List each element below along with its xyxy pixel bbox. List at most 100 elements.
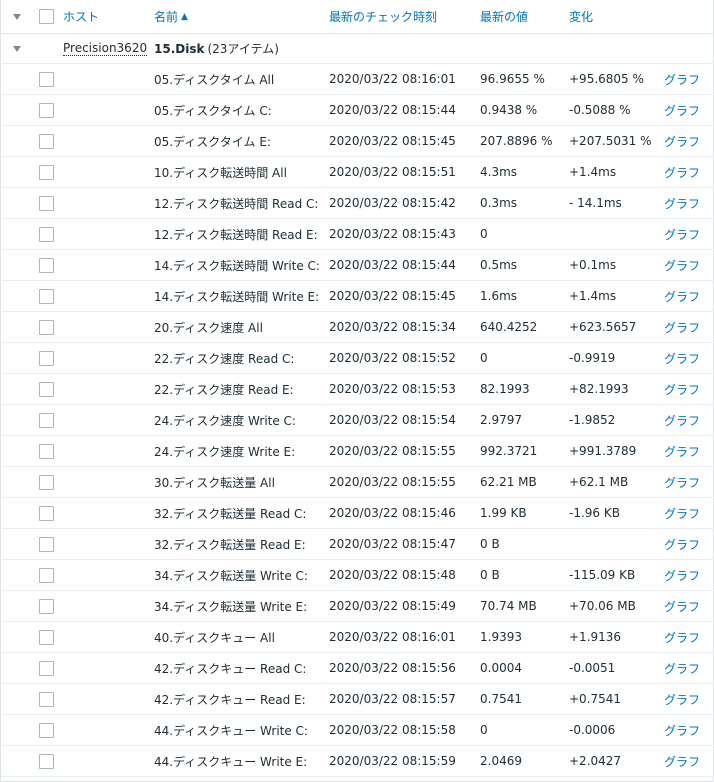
item-graph-cell[interactable]: グラフ bbox=[664, 529, 712, 559]
row-checkbox[interactable] bbox=[38, 629, 54, 645]
item-graph-cell[interactable]: グラフ bbox=[664, 498, 712, 528]
graph-link[interactable]: グラフ bbox=[664, 505, 700, 522]
graph-link[interactable]: グラフ bbox=[664, 598, 700, 615]
header-host-label[interactable]: ホスト bbox=[63, 8, 99, 25]
graph-link[interactable]: グラフ bbox=[664, 257, 700, 274]
row-checkbox[interactable] bbox=[38, 381, 54, 397]
row-checkbox-cell[interactable] bbox=[35, 622, 57, 652]
row-checkbox[interactable] bbox=[38, 753, 54, 769]
row-checkbox[interactable] bbox=[38, 226, 54, 242]
graph-link[interactable]: グラフ bbox=[664, 629, 700, 646]
item-graph-cell[interactable]: グラフ bbox=[664, 343, 712, 373]
row-checkbox-cell[interactable] bbox=[35, 343, 57, 373]
header-last-check[interactable]: 最新のチェック時刻 bbox=[329, 0, 477, 33]
row-checkbox-cell[interactable] bbox=[35, 436, 57, 466]
row-checkbox[interactable] bbox=[38, 691, 54, 707]
graph-link[interactable]: グラフ bbox=[664, 226, 700, 243]
row-checkbox-cell[interactable] bbox=[35, 95, 57, 125]
item-graph-cell[interactable]: グラフ bbox=[664, 653, 712, 683]
graph-link[interactable]: グラフ bbox=[664, 288, 700, 305]
row-checkbox[interactable] bbox=[38, 195, 54, 211]
row-checkbox[interactable] bbox=[38, 443, 54, 459]
item-graph-cell[interactable]: グラフ bbox=[664, 684, 712, 714]
graph-link[interactable]: グラフ bbox=[664, 660, 700, 677]
row-checkbox-cell[interactable] bbox=[35, 126, 57, 156]
header-host[interactable]: ホスト bbox=[63, 0, 151, 33]
row-checkbox-cell[interactable] bbox=[35, 157, 57, 187]
row-checkbox-cell[interactable] bbox=[35, 467, 57, 497]
graph-link[interactable]: グラフ bbox=[664, 536, 700, 553]
row-checkbox-cell[interactable] bbox=[35, 374, 57, 404]
row-checkbox[interactable] bbox=[38, 257, 54, 273]
header-name[interactable]: 名前 ▲ bbox=[154, 0, 326, 33]
row-checkbox[interactable] bbox=[38, 722, 54, 738]
header-name-label[interactable]: 名前 bbox=[154, 8, 178, 25]
item-graph-cell[interactable]: グラフ bbox=[664, 622, 712, 652]
item-graph-cell[interactable]: グラフ bbox=[664, 560, 712, 590]
row-checkbox[interactable] bbox=[38, 474, 54, 490]
row-checkbox-cell[interactable] bbox=[35, 746, 57, 776]
row-checkbox[interactable] bbox=[38, 660, 54, 676]
row-checkbox-cell[interactable] bbox=[35, 684, 57, 714]
item-graph-cell[interactable]: グラフ bbox=[664, 374, 712, 404]
graph-link[interactable]: グラフ bbox=[664, 195, 700, 212]
graph-link[interactable]: グラフ bbox=[664, 319, 700, 336]
graph-link[interactable]: グラフ bbox=[664, 691, 700, 708]
row-checkbox-cell[interactable] bbox=[35, 281, 57, 311]
collapse-group-toggle[interactable] bbox=[2, 34, 32, 63]
item-graph-cell[interactable]: グラフ bbox=[664, 95, 712, 125]
row-checkbox[interactable] bbox=[38, 71, 54, 87]
row-checkbox-cell[interactable] bbox=[35, 250, 57, 280]
row-checkbox-cell[interactable] bbox=[35, 715, 57, 745]
row-checkbox[interactable] bbox=[38, 350, 54, 366]
graph-link[interactable]: グラフ bbox=[664, 71, 700, 88]
item-graph-cell[interactable]: グラフ bbox=[664, 188, 712, 218]
header-last-check-label[interactable]: 最新のチェック時刻 bbox=[329, 8, 437, 25]
graph-link[interactable]: グラフ bbox=[664, 753, 700, 770]
item-graph-cell[interactable]: グラフ bbox=[664, 312, 712, 342]
item-graph-cell[interactable]: グラフ bbox=[664, 405, 712, 435]
graph-link[interactable]: グラフ bbox=[664, 350, 700, 367]
row-checkbox[interactable] bbox=[38, 288, 54, 304]
row-checkbox[interactable] bbox=[38, 319, 54, 335]
item-graph-cell[interactable]: グラフ bbox=[664, 126, 712, 156]
graph-link[interactable]: グラフ bbox=[664, 412, 700, 429]
row-checkbox-cell[interactable] bbox=[35, 312, 57, 342]
row-checkbox-cell[interactable] bbox=[35, 188, 57, 218]
host-link[interactable]: Precision3620 bbox=[63, 41, 148, 56]
graph-link[interactable]: グラフ bbox=[664, 567, 700, 584]
item-graph-cell[interactable]: グラフ bbox=[664, 219, 712, 249]
row-checkbox[interactable] bbox=[38, 164, 54, 180]
row-checkbox-cell[interactable] bbox=[35, 64, 57, 94]
item-graph-cell[interactable]: グラフ bbox=[664, 250, 712, 280]
item-graph-cell[interactable]: グラフ bbox=[664, 157, 712, 187]
row-checkbox-cell[interactable] bbox=[35, 219, 57, 249]
item-graph-cell[interactable]: グラフ bbox=[664, 467, 712, 497]
row-checkbox-cell[interactable] bbox=[35, 591, 57, 621]
row-checkbox[interactable] bbox=[38, 536, 54, 552]
item-graph-cell[interactable]: グラフ bbox=[664, 281, 712, 311]
row-checkbox-cell[interactable] bbox=[35, 560, 57, 590]
graph-link[interactable]: グラフ bbox=[664, 381, 700, 398]
row-checkbox[interactable] bbox=[38, 412, 54, 428]
graph-link[interactable]: グラフ bbox=[664, 722, 700, 739]
select-all-checkbox-cell[interactable] bbox=[35, 0, 57, 33]
row-checkbox-cell[interactable] bbox=[35, 653, 57, 683]
row-checkbox-cell[interactable] bbox=[35, 405, 57, 435]
row-checkbox-cell[interactable] bbox=[35, 498, 57, 528]
item-graph-cell[interactable]: グラフ bbox=[664, 715, 712, 745]
item-graph-cell[interactable]: グラフ bbox=[664, 591, 712, 621]
item-graph-cell[interactable]: グラフ bbox=[664, 436, 712, 466]
row-checkbox[interactable] bbox=[38, 133, 54, 149]
row-checkbox-cell[interactable] bbox=[35, 529, 57, 559]
select-all-checkbox[interactable] bbox=[38, 9, 54, 24]
graph-link[interactable]: グラフ bbox=[664, 164, 700, 181]
item-graph-cell[interactable]: グラフ bbox=[664, 64, 712, 94]
row-checkbox[interactable] bbox=[38, 567, 54, 583]
item-graph-cell[interactable]: グラフ bbox=[664, 746, 712, 776]
graph-link[interactable]: グラフ bbox=[664, 443, 700, 460]
collapse-all-toggle[interactable] bbox=[2, 0, 32, 33]
row-checkbox[interactable] bbox=[38, 505, 54, 521]
row-checkbox[interactable] bbox=[38, 598, 54, 614]
graph-link[interactable]: グラフ bbox=[664, 474, 700, 491]
